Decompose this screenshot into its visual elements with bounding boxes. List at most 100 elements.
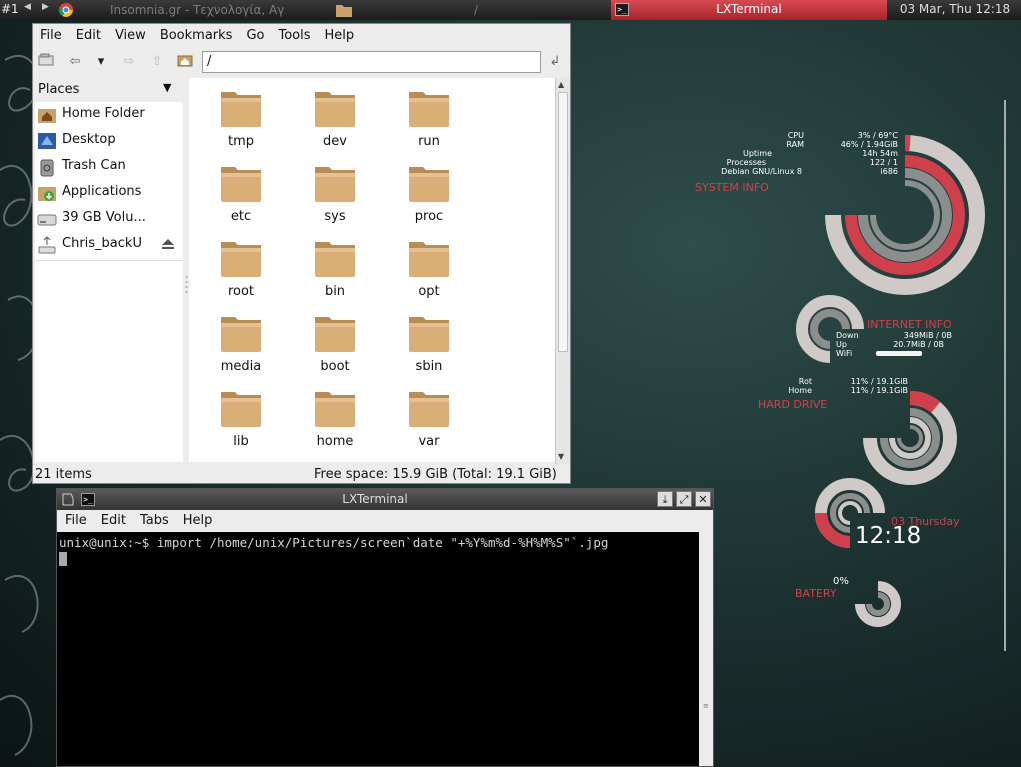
folder-item[interactable]: opt [389,228,469,303]
back-icon[interactable]: ⇦ [65,53,85,71]
home-folder-icon [38,109,56,123]
folder-label: media [220,359,262,374]
place-desktop[interactable]: Desktop [35,128,183,154]
menu-bookmarks[interactable]: Bookmarks [153,26,240,48]
places-header: Places [38,82,80,97]
next-workspace-icon[interactable]: ▶ [42,2,49,12]
scrollbar-thumb[interactable] [558,92,568,352]
place-label: 39 GB Volu... [62,210,146,225]
sys-label-os: Debian GNU/Linux 8 [721,167,802,176]
place-usb-drive[interactable]: Chris_backU [35,232,183,258]
folder-label: var [418,434,440,449]
folder-label: root [227,284,255,299]
folder-icon [221,167,261,202]
battery-ring-outer [855,581,901,627]
menu-help[interactable]: Help [175,510,219,532]
scroll-up-icon[interactable]: ▲ [558,80,564,89]
folder-item[interactable]: tmp [201,78,281,153]
folder-label: lib [233,434,249,449]
menu-file[interactable]: File [57,510,93,532]
drive-value-home: 11% / 19.1GiB [850,386,908,395]
folder-item[interactable]: sys [295,153,375,228]
folder-icon [315,317,355,352]
folder-item-partial[interactable] [201,453,281,462]
forward-icon[interactable]: ⇨ [119,53,139,71]
menu-tabs[interactable]: Tabs [132,510,175,532]
home-icon[interactable] [175,53,195,71]
folder-item-partial[interactable] [295,453,375,462]
menu-edit[interactable]: Edit [93,510,132,532]
trash-icon [40,159,54,177]
folder-icon [409,167,449,202]
prev-workspace-icon[interactable]: ◀ [24,2,31,12]
menu-help[interactable]: Help [318,26,362,48]
folder-view-scrollbar[interactable]: ▲ ▼ [555,78,570,464]
history-dropdown-icon[interactable]: ▾ [91,53,111,71]
folder-item[interactable]: boot [295,303,375,378]
internet-info-title: INTERNET INFO [867,318,952,331]
workspace-indicator[interactable]: #1 [1,2,19,16]
folder-label: opt [418,284,440,299]
menu-edit[interactable]: Edit [69,26,108,48]
folder-item[interactable]: var [389,378,469,453]
folder-item[interactable]: sbin [389,303,469,378]
terminal-titlebar[interactable]: >_ LXTerminal ⤓ ⤢ ✕ [57,489,713,510]
usb-drive-icon [38,236,56,254]
chevron-down-icon: ▼ [163,81,172,94]
task-browser[interactable]: Insomnia.gr - Τεχνολογία, Αγ [58,0,284,20]
path-input[interactable]: / [202,51,541,73]
folder-icon [221,242,261,277]
sys-label-uptime: Uptime [742,149,772,158]
folder-item[interactable]: bin [295,228,375,303]
menu-go[interactable]: Go [239,26,271,48]
place-applications[interactable]: Applications [35,180,183,206]
go-icon[interactable]: ↲ [545,53,565,71]
folder-label: sbin [415,359,443,374]
folder-icon [409,242,449,277]
folder-item[interactable]: media [201,303,281,378]
place-label: Trash Can [62,158,126,173]
side-pane-selector[interactable]: Places ▼ [35,78,183,102]
taskbar-clock[interactable]: 03 Mar, Thu 12:18 [889,0,1021,20]
scroll-down-icon[interactable]: ▼ [558,452,564,461]
file-manager-menubar: File Edit View Bookmarks Go Tools Help [33,26,361,48]
minimize-icon[interactable]: ⤓ [657,491,673,507]
place-home-folder[interactable]: Home Folder [35,102,183,128]
place-trash[interactable]: Trash Can [35,154,183,180]
new-tab-icon[interactable] [37,53,57,71]
menu-file[interactable]: File [33,26,69,48]
place-label: Home Folder [62,106,145,121]
terminal-window: >_ LXTerminal ⤓ ⤢ ✕ File Edit Tabs Help … [56,488,714,767]
up-icon[interactable]: ⇧ [147,53,167,71]
menu-view[interactable]: View [108,26,153,48]
conky-widget: CPU RAM Uptime Processes Debian GNU/Linu… [680,95,1021,665]
eject-icon[interactable] [161,238,175,250]
taskbar: #1 ◀ ▶ Insomnia.gr - Τεχνολογία, Αγ / >_… [0,0,1021,20]
folder-item[interactable]: etc [201,153,281,228]
folder-icon [409,92,449,127]
folder-label: dev [323,134,347,149]
folder-item[interactable]: run [389,78,469,153]
place-label: Desktop [62,132,116,147]
status-bar: 21 items Free space: 15.9 GiB (Total: 19… [33,464,570,484]
sys-label-ram: RAM [786,140,804,149]
net-label-down: Down [836,331,859,340]
folder-icon [407,461,451,462]
terminal-menubar: File Edit Tabs Help [57,510,713,532]
task-file-manager[interactable]: / [336,0,478,20]
place-volume[interactable]: 39 GB Volu... [35,206,183,232]
folder-item[interactable]: proc [389,153,469,228]
menu-tools[interactable]: Tools [271,26,317,48]
folder-label: tmp [227,134,254,149]
terminal-output[interactable]: unix@unix:~$ import /home/unix/Pictures/… [57,532,699,766]
task-terminal[interactable]: >_ LXTerminal [611,0,887,20]
drive-icon [37,214,57,226]
chrome-icon [58,3,73,17]
folder-item[interactable]: dev [295,78,375,153]
folder-item[interactable]: lib [201,378,281,453]
folder-item[interactable]: root [201,228,281,303]
folder-item-partial[interactable] [389,453,469,462]
task-browser-label: Insomnia.gr - Τεχνολογία, Αγ [110,3,285,17]
terminal-cursor [59,551,67,566]
folder-item[interactable]: home [295,378,375,453]
